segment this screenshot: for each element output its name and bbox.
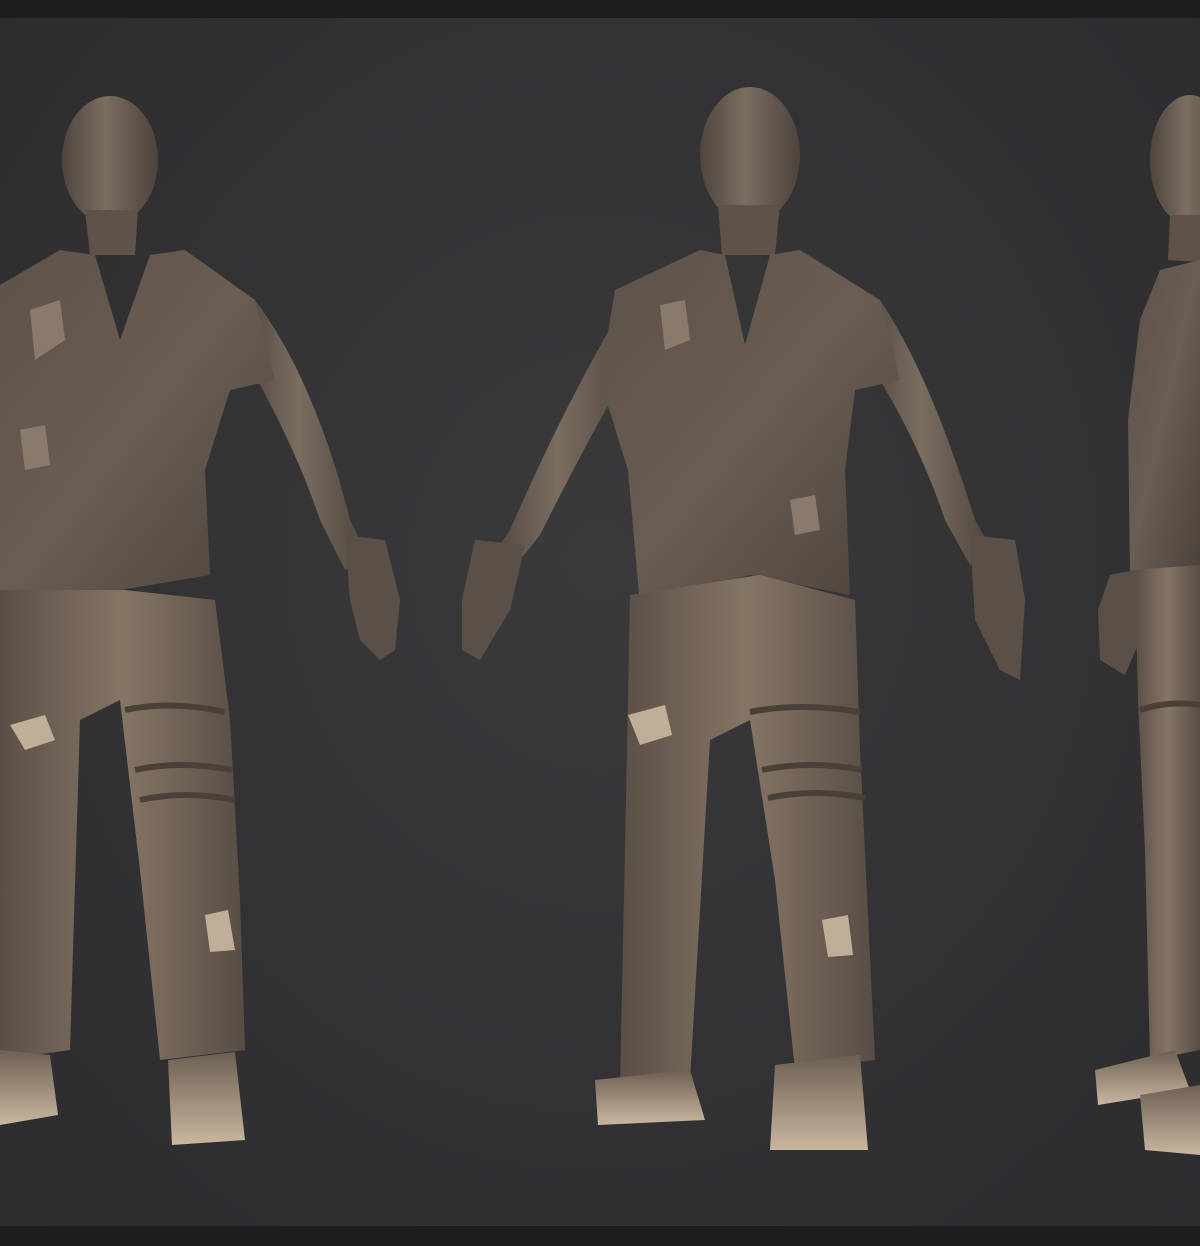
sculpt-viewport bbox=[0, 0, 1200, 1246]
neck bbox=[1168, 215, 1200, 262]
figure-three-quarter-view bbox=[462, 87, 1025, 1150]
left-glove bbox=[970, 535, 1025, 680]
shirt bbox=[1128, 260, 1200, 575]
shirt-tear bbox=[20, 425, 50, 470]
head bbox=[62, 96, 158, 224]
boot bbox=[1140, 1085, 1200, 1155]
boot bbox=[770, 1055, 868, 1150]
right-hand bbox=[1098, 570, 1140, 675]
boot bbox=[0, 1050, 58, 1125]
character-sculpt-renders bbox=[0, 87, 1200, 1155]
shirt-tear bbox=[790, 495, 820, 535]
head bbox=[700, 87, 800, 223]
figure-front-view bbox=[0, 96, 400, 1145]
head bbox=[1150, 95, 1200, 225]
shirt bbox=[0, 250, 275, 600]
boot bbox=[168, 1052, 245, 1145]
shirt bbox=[600, 250, 900, 605]
neck bbox=[718, 205, 780, 255]
pants bbox=[0, 590, 245, 1060]
pants bbox=[1135, 565, 1200, 1060]
pants bbox=[620, 575, 875, 1085]
right-glove bbox=[462, 540, 525, 660]
figure-side-view bbox=[1095, 95, 1200, 1155]
left-glove bbox=[345, 535, 400, 660]
neck bbox=[85, 210, 138, 255]
boot bbox=[595, 1070, 705, 1125]
